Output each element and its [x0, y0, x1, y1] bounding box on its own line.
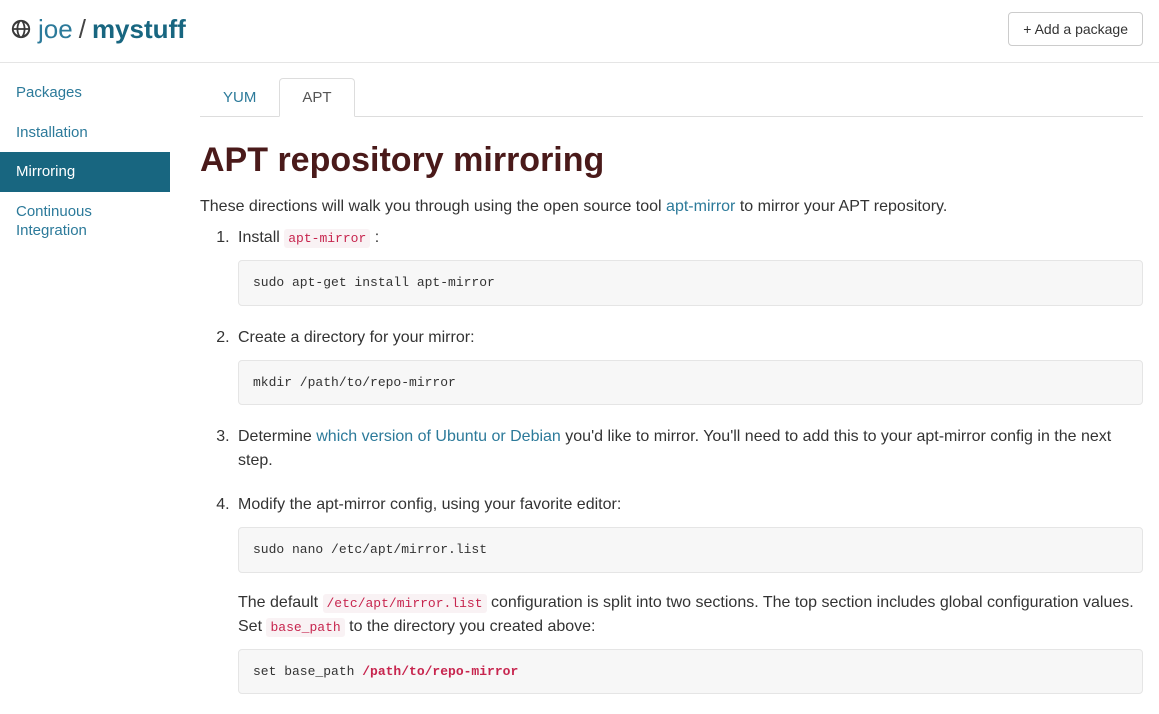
breadcrumb-repo[interactable]: mystuff [92, 14, 186, 45]
intro-pre: These directions will walk you through u… [200, 198, 666, 215]
tab-bar: YUM APT [200, 77, 1143, 117]
ubuntu-debian-link[interactable]: which version of Ubuntu or Debian [316, 428, 561, 445]
breadcrumb: joe / mystuff [10, 14, 186, 45]
step-1-post: : [370, 229, 379, 246]
breadcrumb-owner[interactable]: joe [38, 14, 73, 45]
step-4-block-2: set base_path /path/to/repo-mirror [238, 649, 1143, 695]
apt-mirror-link[interactable]: apt-mirror [666, 198, 735, 215]
page-title: APT repository mirroring [200, 141, 1143, 180]
sidebar-item-mirroring[interactable]: Mirroring [0, 152, 170, 192]
step-3: Determine which version of Ubuntu or Deb… [234, 425, 1143, 473]
sidebar-item-installation[interactable]: Installation [0, 113, 170, 153]
main-content: YUM APT APT repository mirroring These d… [170, 63, 1159, 714]
step-2-block: mkdir /path/to/repo-mirror [238, 360, 1143, 406]
step-2-text: Create a directory for your mirror: [238, 329, 475, 346]
intro-text: These directions will walk you through u… [200, 198, 1143, 216]
step-1: Install apt-mirror : sudo apt-get instal… [234, 226, 1143, 306]
tab-yum[interactable]: YUM [200, 78, 279, 117]
globe-icon [10, 18, 32, 40]
sidebar: Packages Installation Mirroring Continuo… [0, 63, 170, 714]
step-1-pre: Install [238, 229, 284, 246]
step-3-pre: Determine [238, 428, 316, 445]
step-4-code-a: /etc/apt/mirror.list [323, 594, 487, 613]
sidebar-item-continuous-integration[interactable]: Continuous Integration [0, 192, 170, 251]
add-package-button[interactable]: + Add a package [1008, 12, 1143, 46]
step-1-inline-code: apt-mirror [284, 229, 370, 248]
step-4-text: Modify the apt-mirror config, using your… [238, 496, 621, 513]
step-4-block: sudo nano /etc/apt/mirror.list [238, 527, 1143, 573]
step-1-block: sudo apt-get install apt-mirror [238, 260, 1143, 306]
step-4-code-b: base_path [266, 618, 344, 637]
layout: Packages Installation Mirroring Continuo… [0, 63, 1159, 714]
step-4-para-a: The default [238, 594, 323, 611]
tab-apt[interactable]: APT [279, 78, 354, 117]
step-2: Create a directory for your mirror: mkdi… [234, 326, 1143, 406]
step-4-block-2-path: /path/to/repo-mirror [362, 664, 518, 679]
breadcrumb-separator: / [79, 14, 86, 45]
step-4: Modify the apt-mirror config, using your… [234, 493, 1143, 694]
steps-list: Install apt-mirror : sudo apt-get instal… [200, 226, 1143, 694]
page-header: joe / mystuff + Add a package [0, 0, 1159, 62]
sidebar-item-packages[interactable]: Packages [0, 73, 170, 113]
step-4-para-c: to the directory you created above: [345, 618, 596, 635]
step-4-block-2-pre: set base_path [253, 664, 362, 679]
intro-post: to mirror your APT repository. [735, 198, 947, 215]
